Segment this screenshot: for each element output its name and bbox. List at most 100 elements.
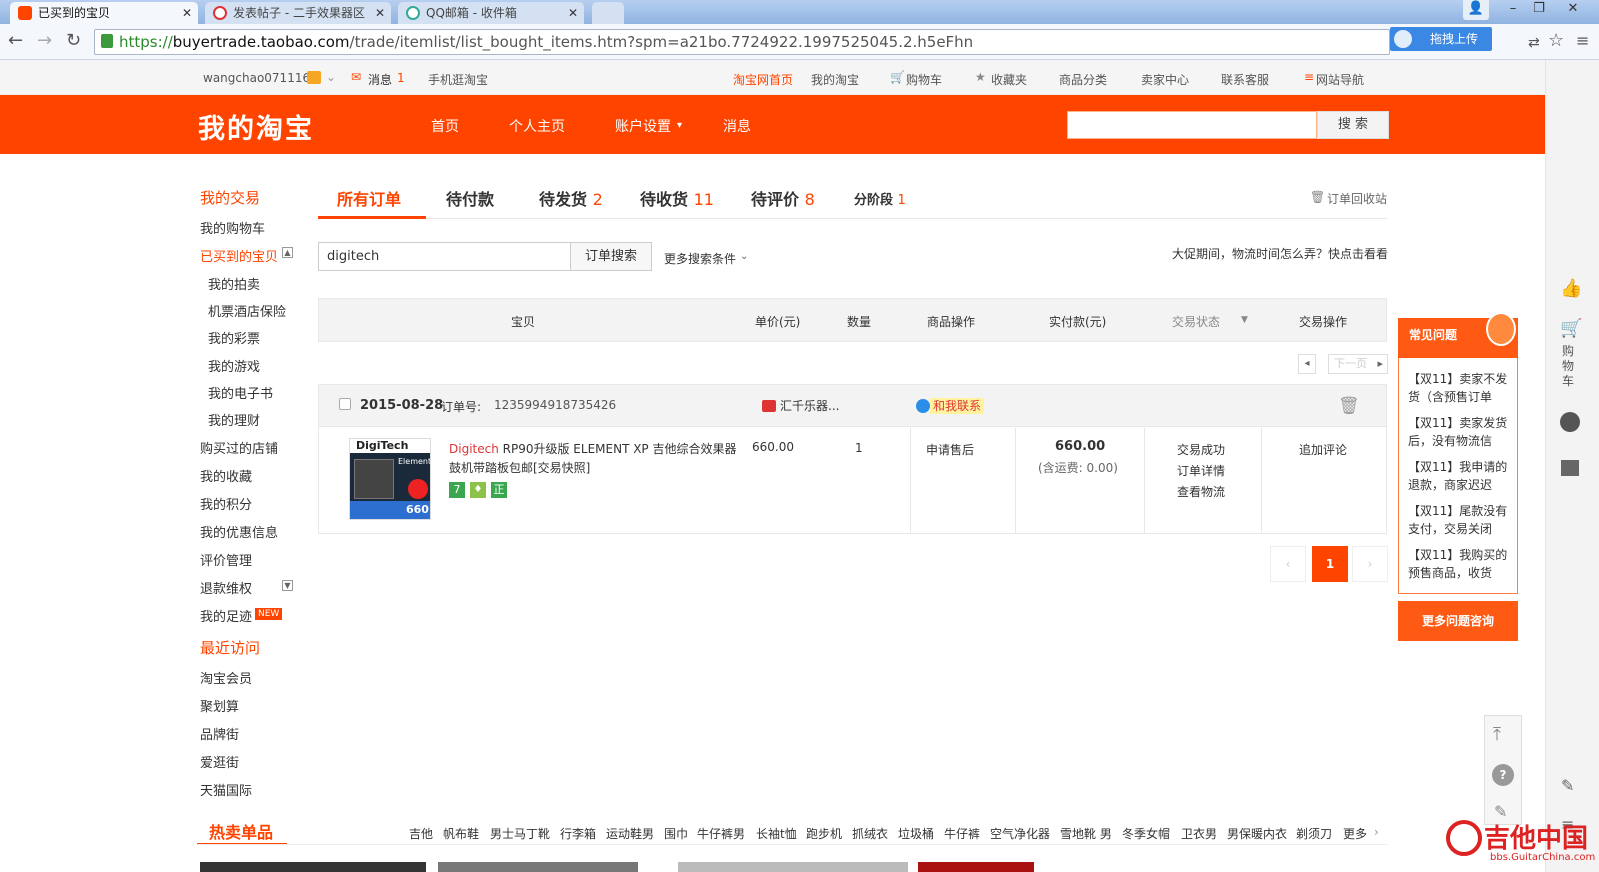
seven-day-return-badge[interactable]: 7: [449, 482, 465, 498]
view-logistics-link[interactable]: 查看物流: [1177, 483, 1225, 500]
close-icon[interactable]: ✕: [182, 2, 192, 24]
maximize-icon[interactable]: ❐: [1526, 0, 1552, 20]
hot-more-link[interactable]: 更多: [1343, 825, 1367, 842]
taobao-home-link[interactable]: 淘宝网首页: [733, 71, 793, 88]
more-search-conditions[interactable]: 更多搜索条件: [664, 250, 736, 267]
hot-item[interactable]: 运动鞋男: [606, 825, 654, 842]
collapse-icon[interactable]: ▲: [282, 247, 293, 258]
faq-item[interactable]: 【双11】卖家发货后，没有物流信: [1408, 414, 1514, 450]
expand-icon[interactable]: ▼: [282, 580, 293, 591]
tab-all-orders[interactable]: 所有订单: [337, 186, 401, 210]
hot-item[interactable]: 牛仔裤: [944, 825, 980, 842]
cart-icon[interactable]: 🛒: [1560, 318, 1582, 339]
translate-icon[interactable]: ⇄: [1528, 32, 1540, 54]
left-menu-auction[interactable]: 我的拍卖: [208, 274, 260, 293]
left-menu-cart[interactable]: 我的购物车: [200, 218, 265, 237]
history-icon[interactable]: [1560, 412, 1580, 432]
apply-after-sale-link[interactable]: 申请售后: [926, 441, 974, 458]
left-menu-my-trades[interactable]: 我的交易: [200, 187, 260, 208]
col-status-filter[interactable]: 交易状态: [1172, 313, 1220, 330]
upload-button[interactable]: 拖拽上传: [1390, 27, 1492, 51]
product-title-line2[interactable]: 鼓机带踏板包邮[交易快照]: [449, 459, 590, 476]
add-review-link[interactable]: 追加评论: [1299, 441, 1347, 458]
menu-icon[interactable]: ≡: [1576, 30, 1589, 52]
seller-center-link[interactable]: 卖家中心: [1141, 71, 1189, 88]
left-menu-reviews[interactable]: 评价管理: [200, 550, 252, 569]
left-menu-travel[interactable]: 机票酒店保险: [208, 301, 286, 320]
pencil-icon[interactable]: ✎: [1561, 776, 1574, 795]
categories-link[interactable]: 商品分类: [1059, 71, 1107, 88]
back-to-top-icon[interactable]: ⤒: [1493, 724, 1501, 745]
close-icon[interactable]: ✕: [375, 2, 385, 24]
left-menu-ebooks[interactable]: 我的电子书: [208, 383, 273, 402]
hot-item[interactable]: 男保暖内衣: [1227, 825, 1287, 842]
tab-pending-payment[interactable]: 待付款: [446, 186, 494, 210]
guarantee-badge[interactable]: ♦: [470, 482, 486, 498]
chevron-right-icon[interactable]: ›: [1374, 825, 1379, 839]
mobile-taobao-link[interactable]: 手机逛淘宝: [428, 71, 488, 88]
header-nav-profile[interactable]: 个人主页: [509, 116, 565, 136]
recycle-bin-link[interactable]: 订单回收站: [1327, 190, 1387, 207]
order-search-input[interactable]: digitech: [318, 242, 571, 271]
left-menu-recent-item[interactable]: 聚划算: [200, 696, 239, 715]
browser-tab-3[interactable]: QQ邮箱 - 收件箱 ✕: [398, 2, 584, 24]
header-nav-account-settings[interactable]: 账户设置: [615, 116, 671, 136]
my-taobao-link[interactable]: 我的淘宝: [811, 71, 859, 88]
pager-prev-small[interactable]: ◂: [1298, 354, 1316, 374]
hot-item[interactable]: 吉他: [409, 825, 433, 842]
left-menu-shops[interactable]: 购买过的店铺: [200, 438, 278, 457]
product-image-strip[interactable]: [200, 862, 426, 872]
faq-item[interactable]: 【双11】我购买的预售商品，收货: [1408, 546, 1514, 582]
order-details-link[interactable]: 订单详情: [1177, 462, 1225, 479]
header-search-input[interactable]: [1067, 111, 1317, 139]
hot-item[interactable]: 空气净化器: [990, 825, 1050, 842]
customer-service-link[interactable]: 联系客服: [1221, 71, 1269, 88]
back-icon[interactable]: ←: [8, 30, 23, 52]
hot-item[interactable]: 剃须刀: [1296, 825, 1332, 842]
pagination-prev[interactable]: ‹: [1270, 546, 1306, 582]
header-search-button[interactable]: 搜 索: [1317, 111, 1389, 139]
left-menu-coupons[interactable]: 我的优惠信息: [200, 522, 278, 541]
forward-icon[interactable]: →: [37, 30, 52, 52]
faq-item[interactable]: 【双11】卖家不发货（含预售订单: [1408, 370, 1514, 406]
hot-item[interactable]: 抓绒衣: [852, 825, 888, 842]
left-menu-recent-item[interactable]: 天猫国际: [200, 780, 252, 799]
left-menu-recent-item[interactable]: 爱逛街: [200, 752, 239, 771]
cart-link[interactable]: 购物车: [906, 71, 942, 88]
hot-item[interactable]: 围巾: [664, 825, 688, 842]
faq-item[interactable]: 【双11】我申请的退款，商家迟迟: [1408, 458, 1514, 494]
hot-item[interactable]: 帆布鞋: [443, 825, 479, 842]
hot-item[interactable]: 冬季女帽: [1122, 825, 1170, 842]
header-nav-home[interactable]: 首页: [431, 116, 459, 136]
product-image-strip[interactable]: [678, 862, 908, 872]
hot-item[interactable]: 长袖t恤: [756, 825, 797, 842]
side-cart-label[interactable]: 购物车: [1562, 344, 1576, 389]
close-icon[interactable]: ✕: [568, 2, 578, 24]
pagination-page-1[interactable]: 1: [1312, 546, 1348, 582]
contact-seller-button[interactable]: 和我联系: [930, 398, 985, 414]
username-link[interactable]: wangchao071116: [203, 71, 310, 85]
hot-item[interactable]: 行李箱: [560, 825, 596, 842]
tab-pending-review[interactable]: 待评价 8: [751, 186, 815, 210]
site-map-link[interactable]: 网站导航: [1316, 71, 1364, 88]
hot-item[interactable]: 男士马丁靴: [490, 825, 550, 842]
tab-pending-receipt[interactable]: 待收货 11: [640, 186, 714, 210]
shop-name-link[interactable]: 汇千乐器...: [780, 397, 839, 414]
product-image-strip[interactable]: [438, 862, 638, 872]
pagination-next[interactable]: ›: [1352, 546, 1388, 582]
left-menu-points[interactable]: 我的积分: [200, 494, 252, 513]
my-taobao-logo[interactable]: 我的淘宝: [198, 107, 314, 146]
order-search-button[interactable]: 订单搜索: [570, 242, 652, 271]
left-menu-recent-item[interactable]: 品牌街: [200, 724, 239, 743]
genuine-badge[interactable]: 正: [491, 482, 507, 498]
bookmark-star-icon[interactable]: ☆: [1548, 30, 1564, 52]
tab-installments[interactable]: 分阶段 1: [854, 189, 906, 208]
browser-tab-1[interactable]: 已买到的宝贝 ✕: [10, 2, 198, 24]
left-menu-refunds[interactable]: 退款维权: [200, 578, 252, 597]
left-menu-footprints[interactable]: 我的足迹: [200, 606, 252, 625]
user-icon[interactable]: 👤: [1463, 0, 1489, 20]
header-nav-messages[interactable]: 消息: [723, 116, 751, 136]
more-faq-button[interactable]: 更多问题咨询: [1398, 601, 1518, 641]
hot-item[interactable]: 牛仔裤男: [697, 825, 745, 842]
product-thumbnail[interactable]: DigiTech Element XP 660: [349, 438, 431, 520]
